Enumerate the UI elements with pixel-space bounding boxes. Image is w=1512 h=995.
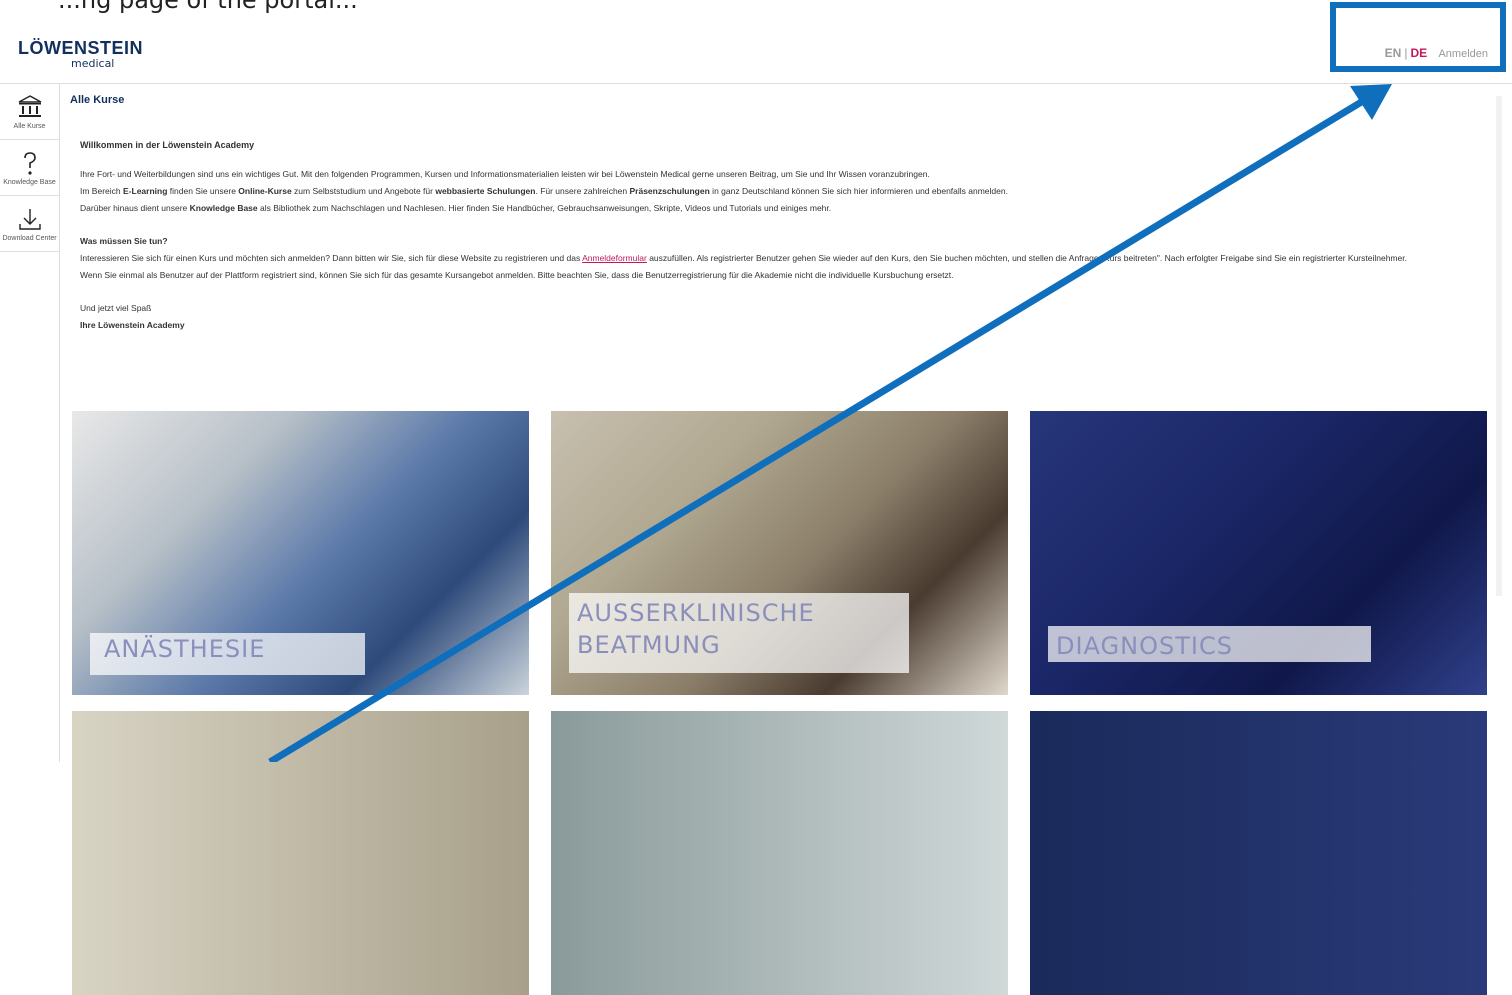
annotation-arrow [268, 84, 1392, 762]
